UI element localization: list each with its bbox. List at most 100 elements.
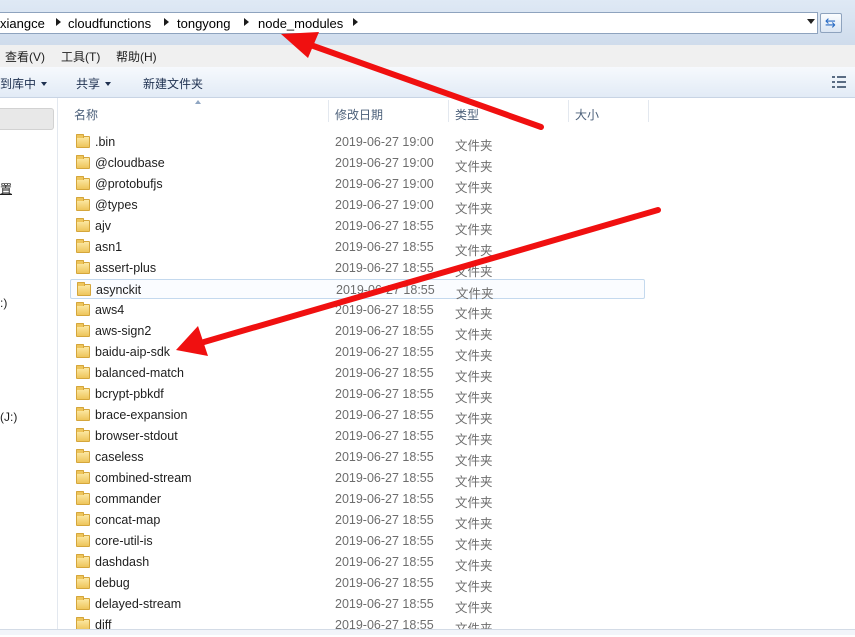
column-divider[interactable] [448,100,449,122]
file-date: 2019-06-27 18:55 [335,366,434,380]
file-row[interactable]: @types 2019-06-27 19:00 文件夹 [70,195,645,216]
file-row[interactable]: @cloudbase 2019-06-27 19:00 文件夹 [70,153,645,174]
file-name: brace-expansion [95,408,188,422]
chevron-down-icon [105,82,112,86]
file-row[interactable]: bcrypt-pbkdf 2019-06-27 18:55 文件夹 [70,384,645,405]
breadcrumb-separator-icon[interactable] [353,18,358,26]
file-row[interactable]: @protobufjs 2019-06-27 19:00 文件夹 [70,174,645,195]
file-row[interactable]: combined-stream 2019-06-27 18:55 文件夹 [70,468,645,489]
menu-view[interactable]: 查看(V) [5,48,45,65]
column-size-header[interactable]: 大小 [575,106,599,123]
file-row[interactable]: aws-sign2 2019-06-27 18:55 文件夹 [70,321,645,342]
column-type-header[interactable]: 类型 [455,106,479,123]
nav-selected-item[interactable] [0,108,54,130]
file-row[interactable]: dashdash 2019-06-27 18:55 文件夹 [70,552,645,573]
file-date: 2019-06-27 18:55 [335,387,434,401]
file-date: 2019-06-27 19:00 [335,156,434,170]
file-row[interactable]: .bin 2019-06-27 19:00 文件夹 [70,132,645,153]
file-date: 2019-06-27 18:55 [335,492,434,506]
file-row[interactable]: aws4 2019-06-27 18:55 文件夹 [70,300,645,321]
file-name: browser-stdout [95,429,178,443]
nav-item-location[interactable]: 置 [0,180,12,197]
breadcrumb-item-cloudfunctions[interactable]: cloudfunctions [68,16,151,31]
file-row[interactable]: commander 2019-06-27 18:55 文件夹 [70,489,645,510]
folder-icon [76,344,90,358]
file-date: 2019-06-27 18:55 [336,283,435,297]
new-folder-button[interactable]: 新建文件夹 [143,75,203,92]
file-date: 2019-06-27 19:00 [335,177,434,191]
file-row[interactable]: concat-map 2019-06-27 18:55 文件夹 [70,510,645,531]
file-type: 文件夹 [455,307,493,321]
column-date-header[interactable]: 修改日期 [335,106,383,123]
breadcrumb-separator-icon[interactable] [164,18,169,26]
share-button[interactable]: 共享 [76,75,112,92]
share-label: 共享 [76,77,101,91]
file-name: ajv [95,219,111,233]
folder-icon [76,218,90,232]
breadcrumb-item-xiangce[interactable]: xiangce [0,16,45,31]
folder-icon [77,282,91,296]
file-name: bcrypt-pbkdf [95,387,164,401]
file-name: assert-plus [95,261,157,275]
menu-help[interactable]: 帮助(H) [116,48,157,65]
nav-item-drive-j[interactable]: (J:) [0,410,17,424]
breadcrumb-separator-icon[interactable] [244,18,249,26]
file-row[interactable]: core-util-is 2019-06-27 18:55 文件夹 [70,531,645,552]
file-date: 2019-06-27 18:55 [335,240,434,254]
column-divider[interactable] [568,100,569,122]
breadcrumb-separator-icon[interactable] [56,18,61,26]
file-date: 2019-06-27 18:55 [335,534,434,548]
file-row[interactable]: browser-stdout 2019-06-27 18:55 文件夹 [70,426,645,447]
include-in-library-button[interactable]: 到库中 [0,75,48,92]
file-date: 2019-06-27 18:55 [335,408,434,422]
file-row[interactable]: asynckit 2019-06-27 18:55 文件夹 [70,279,645,301]
refresh-button[interactable]: ⇆ [820,13,842,33]
file-row[interactable]: assert-plus 2019-06-27 18:55 文件夹 [70,258,645,279]
file-name: balanced-match [95,366,184,380]
file-date: 2019-06-27 18:55 [335,576,434,590]
file-date: 2019-06-27 18:55 [335,513,434,527]
file-name: asynckit [96,283,142,297]
file-row[interactable]: delayed-stream 2019-06-27 18:55 文件夹 [70,594,645,615]
file-type: 文件夹 [455,412,493,426]
file-row[interactable]: balanced-match 2019-06-27 18:55 文件夹 [70,363,645,384]
folder-icon [76,197,90,211]
folder-icon [76,554,90,568]
file-date: 2019-06-27 18:55 [335,303,434,317]
file-row[interactable]: brace-expansion 2019-06-27 18:55 文件夹 [70,405,645,426]
folder-icon [76,491,90,505]
folder-icon [76,575,90,589]
file-row[interactable]: ajv 2019-06-27 18:55 文件夹 [70,216,645,237]
folder-icon [76,449,90,463]
file-row[interactable]: debug 2019-06-27 18:55 文件夹 [70,573,645,594]
file-type: 文件夹 [455,454,493,468]
file-name: .bin [95,135,116,149]
file-name: aws-sign2 [95,324,152,338]
file-type: 文件夹 [455,580,493,594]
folder-icon [76,470,90,484]
file-name: caseless [95,450,144,464]
folder-icon [76,533,90,547]
file-name: debug [95,576,130,590]
breadcrumb-item-node-modules[interactable]: node_modules [258,16,343,31]
breadcrumb[interactable]: xiangce cloudfunctions tongyong node_mod… [0,12,818,34]
column-divider[interactable] [328,100,329,122]
file-type: 文件夹 [455,496,493,510]
breadcrumb-item-tongyong[interactable]: tongyong [177,16,231,31]
file-row[interactable]: caseless 2019-06-27 18:55 文件夹 [70,447,645,468]
file-row[interactable]: asn1 2019-06-27 18:55 文件夹 [70,237,645,258]
file-type: 文件夹 [455,328,493,342]
file-type: 文件夹 [455,433,493,447]
file-name: delayed-stream [95,597,182,611]
column-divider[interactable] [648,100,649,122]
file-name: @types [95,198,138,212]
folder-icon [76,302,90,316]
nav-item-drive[interactable]: :) [0,296,7,310]
file-row[interactable]: baidu-aip-sdk 2019-06-27 18:55 文件夹 [70,342,645,363]
folder-icon [76,323,90,337]
view-options-icon[interactable] [832,76,846,88]
address-history-dropdown-icon[interactable] [807,19,815,24]
column-name-header[interactable]: 名称 [74,106,98,123]
file-name: baidu-aip-sdk [95,345,171,359]
menu-tools[interactable]: 工具(T) [61,48,100,65]
